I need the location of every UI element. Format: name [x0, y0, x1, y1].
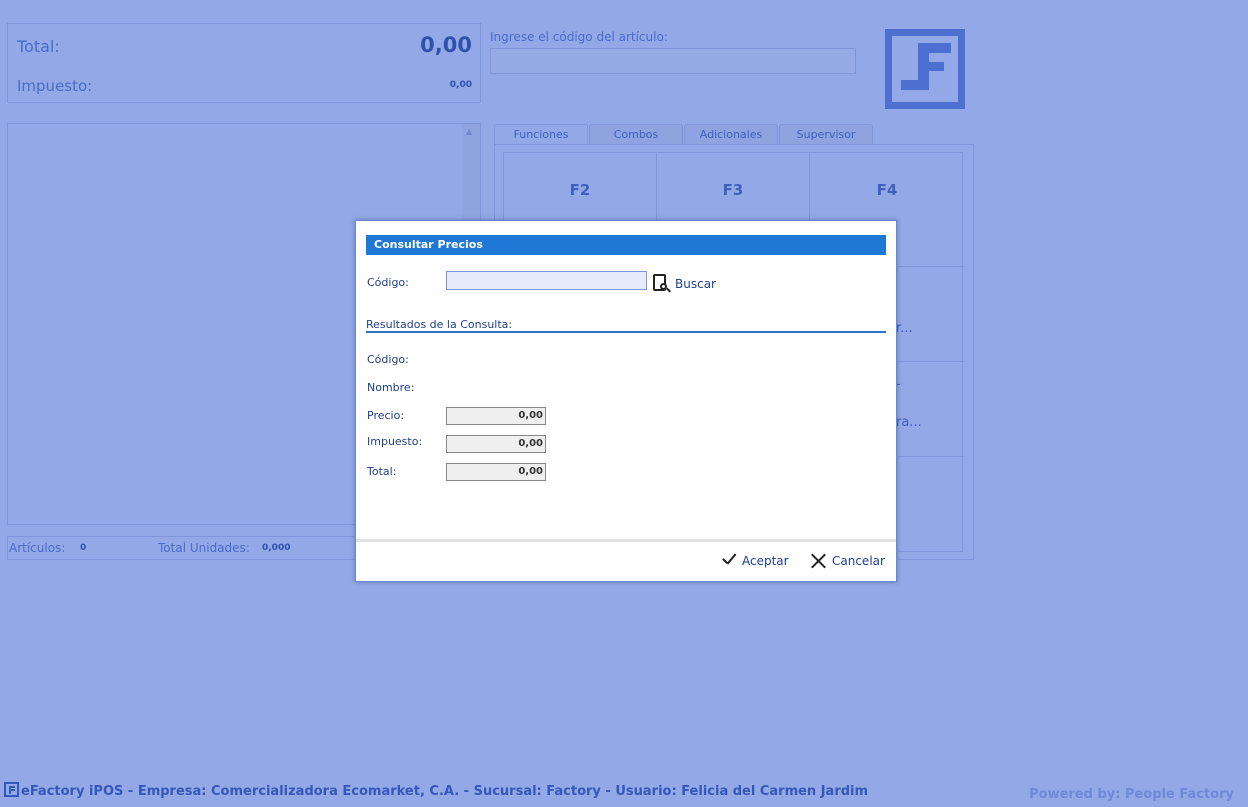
search-icon: [653, 274, 671, 294]
close-icon: [810, 553, 826, 569]
cancel-button-label: Cancelar: [832, 554, 885, 568]
total-value: 0,00: [446, 463, 546, 481]
accept-button-label: Aceptar: [742, 554, 789, 568]
total-value: 0,00: [420, 33, 472, 57]
result-name-label: Nombre:: [367, 381, 415, 394]
scroll-up-icon[interactable]: ▲: [466, 127, 472, 136]
dialog-title: Consultar Precios: [366, 235, 886, 255]
total-label: Total:: [17, 37, 60, 56]
efactory-icon: [4, 782, 19, 797]
tax-value: 0,00: [446, 435, 546, 453]
price-value: 0,00: [446, 407, 546, 425]
function-key-hint: ra...: [896, 415, 922, 430]
efactory-logo: [885, 29, 965, 109]
units-value: 0,000: [262, 543, 291, 553]
f4-key-label: F4: [876, 181, 898, 199]
units-label: Total Unidades:: [158, 541, 250, 555]
status-bar: eFactory iPOS - Empresa: Comercializador…: [4, 782, 868, 799]
status-text: eFactory iPOS - Empresa: Comercializador…: [21, 784, 869, 799]
search-button-label: Buscar: [675, 277, 716, 291]
search-button[interactable]: Buscar: [653, 273, 716, 295]
code-input[interactable]: [446, 271, 647, 290]
function-key-hint: r...: [896, 321, 913, 336]
code-label: Código:: [367, 276, 409, 289]
result-code-label: Código:: [367, 353, 409, 366]
tax-value: 0,00: [449, 80, 472, 90]
accept-button[interactable]: Aceptar: [720, 551, 789, 571]
tax-label: Impuesto:: [17, 77, 93, 95]
tab-adicionales[interactable]: Adicionales: [684, 124, 778, 144]
tax-label: Impuesto:: [367, 435, 423, 448]
dialog-footer-divider: [356, 539, 896, 542]
total-label: Total:: [367, 465, 397, 478]
tab-supervisor[interactable]: Supervisor: [779, 124, 873, 144]
totals-panel: Total: 0,00 Impuesto: 0,00: [7, 23, 481, 103]
powered-by: Powered by: People Factory: [1029, 787, 1234, 802]
price-label: Precio:: [367, 409, 405, 422]
cancel-button[interactable]: Cancelar: [810, 551, 885, 571]
tab-funciones[interactable]: Funciones: [494, 124, 588, 145]
articles-value: 0: [80, 543, 87, 553]
article-code-input[interactable]: [490, 48, 856, 74]
f3-key-label: F3: [722, 181, 744, 199]
articles-label: Artículos:: [9, 541, 66, 555]
check-icon: [720, 554, 736, 568]
tab-combos[interactable]: Combos: [589, 124, 683, 144]
price-lookup-dialog: Consultar Precios Código: Buscar Resulta…: [355, 220, 897, 582]
results-title: Resultados de la Consulta:: [366, 318, 886, 333]
f2-key-label: F2: [569, 181, 591, 199]
article-code-label: Ingrese el código del artículo:: [490, 30, 668, 44]
